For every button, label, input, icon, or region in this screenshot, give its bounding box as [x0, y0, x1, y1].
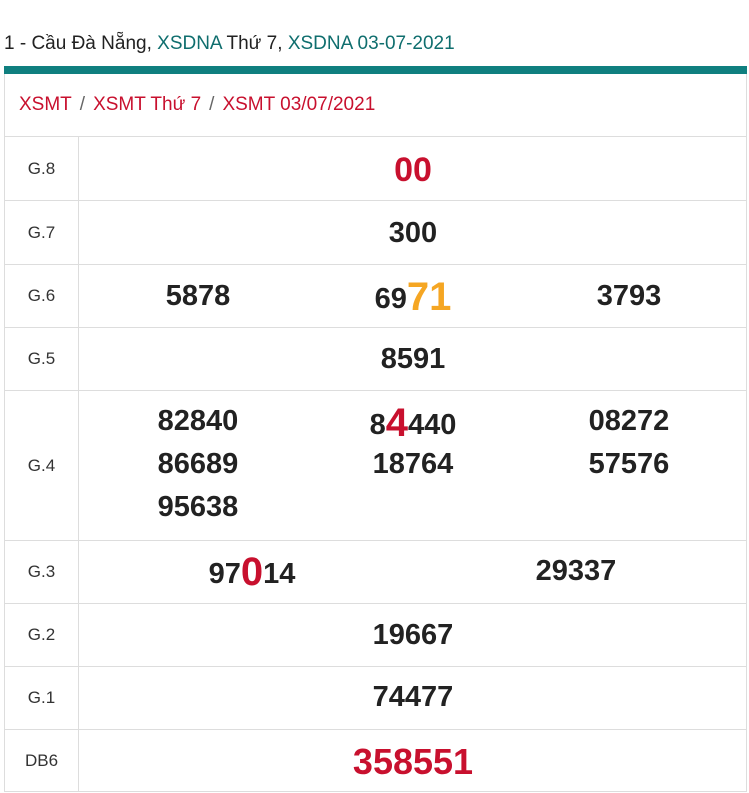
prize-number-highlighted: 6971 [375, 275, 452, 320]
prize-row-g1: G.1 74477 [4, 666, 747, 730]
prize-row-g7: G.7 300 [4, 200, 747, 265]
prize-row-g3: G.3 97014 29337 [4, 540, 747, 604]
number-highlight: 71 [406, 275, 452, 319]
prize-number: 95638 [157, 491, 239, 523]
prize-number: 00 [394, 151, 432, 189]
number-highlight: 4 [385, 401, 408, 445]
prize-number: 8591 [380, 343, 446, 375]
xsdna-date-link[interactable]: XSDNA 03-07-2021 [288, 33, 455, 54]
prize-row-g6: G.6 5878 6971 3793 [4, 264, 747, 328]
number-part: 8 [369, 409, 386, 441]
prize-number: 5878 [165, 280, 231, 312]
prize-number-highlighted: 84440 [370, 401, 457, 446]
prize-number: 29337 [535, 555, 617, 587]
special-prize-number: 358551 [352, 741, 474, 782]
breadcrumb-xsmt-date[interactable]: XSMT 03/07/2021 [222, 94, 375, 115]
header-accent-bar [4, 66, 747, 74]
breadcrumb-separator: / [209, 94, 215, 115]
prize-label: G.4 [4, 390, 79, 541]
number-part: 69 [374, 283, 407, 315]
prize-label: DB6 [4, 729, 79, 792]
breadcrumb-xsmt[interactable]: XSMT [19, 94, 72, 115]
prize-label: G.3 [4, 540, 79, 604]
prize-row-g8: G.8 00 [4, 136, 747, 201]
prize-number: 3793 [596, 280, 662, 312]
prize-number: 300 [388, 217, 438, 249]
prize-row-g4: G.4 82840 84440 08272 86689 18764 57576 … [4, 390, 747, 541]
prize-row-g5: G.5 8591 [4, 327, 747, 391]
xsdna-link[interactable]: XSDNA [157, 33, 221, 54]
prize-row-special: DB6 358551 [4, 729, 747, 792]
prize-number: 08272 [588, 405, 670, 437]
prize-number: 82840 [157, 405, 239, 437]
prize-row-g2: G.2 19667 [4, 603, 747, 667]
heading-day: Thứ 7, [226, 33, 283, 54]
number-highlight: 0 [240, 550, 264, 594]
prize-label: G.1 [4, 666, 79, 730]
prize-number: 86689 [157, 448, 239, 480]
prize-number: 57576 [588, 448, 670, 480]
page-heading: 1 - Cầu Đà Nẵng, XSDNA Thứ 7, XSDNA 03-0… [0, 0, 749, 66]
number-part: 14 [263, 558, 296, 590]
results-table: G.8 00 G.7 300 G.6 5878 6971 3793 G.5 85… [4, 136, 747, 792]
breadcrumb-separator: / [79, 94, 86, 115]
prize-number-highlighted: 97014 [209, 550, 296, 595]
prize-label: G.8 [4, 136, 79, 201]
breadcrumb-xsmt-thu7[interactable]: XSMT Thứ 7 [93, 94, 201, 115]
number-part: 440 [408, 409, 457, 441]
prize-label: G.7 [4, 200, 79, 265]
prize-number: 18764 [372, 448, 454, 480]
prize-label: G.5 [4, 327, 79, 391]
number-part: 97 [208, 558, 241, 590]
prize-label: G.2 [4, 603, 79, 667]
prize-number: 74477 [372, 681, 454, 713]
prize-number: 19667 [372, 619, 454, 651]
prize-label: G.6 [4, 264, 79, 328]
heading-prefix: 1 - Cầu Đà Nẵng, [4, 33, 152, 54]
breadcrumb: XSMT / XSMT Thứ 7 / XSMT 03/07/2021 [4, 74, 747, 136]
